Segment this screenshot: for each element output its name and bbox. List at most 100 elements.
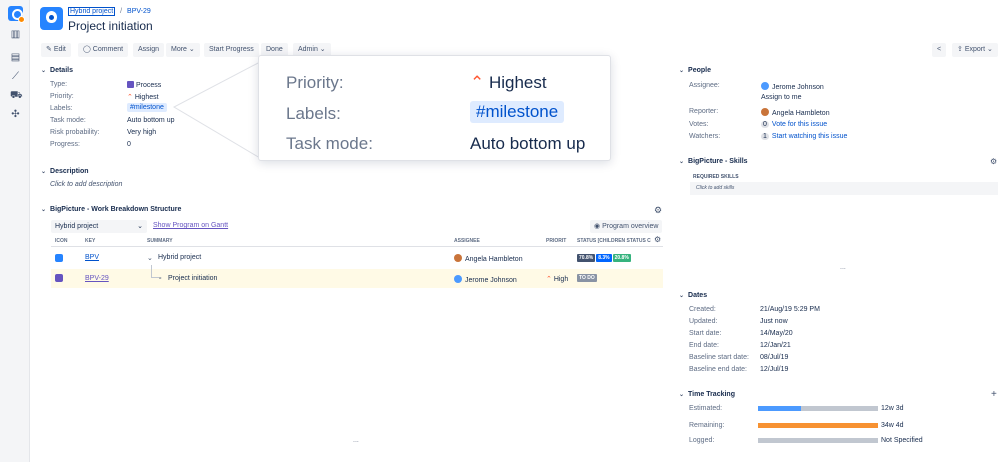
people-heading-text: People xyxy=(688,67,711,74)
edit-button[interactable]: ✎ Edit xyxy=(41,43,71,57)
votes-label: Votes: xyxy=(689,121,709,128)
start-progress-button[interactable]: Start Progress xyxy=(204,43,259,57)
start-date-value[interactable]: 14/May/20 xyxy=(760,330,793,337)
share-button[interactable]: < xyxy=(932,43,947,57)
logged-bar xyxy=(758,438,878,443)
assignee-value[interactable]: Jerome Johnson xyxy=(761,82,824,91)
more-button[interactable]: More ⌄ xyxy=(166,43,200,57)
col-assignee[interactable]: ASSIGNEE xyxy=(454,238,480,244)
comment-label: Comment xyxy=(92,46,124,53)
chevron-down-icon: ⌄ xyxy=(679,392,685,398)
zoom-callout: Priority: ⌃ Highest Labels: #milestone T… xyxy=(258,55,611,161)
edit-label: Edit xyxy=(53,46,66,53)
assign-button[interactable]: Assign xyxy=(133,43,165,57)
risk-value[interactable]: Very high xyxy=(127,129,156,136)
remaining-bar xyxy=(758,423,878,428)
columns-gear-icon[interactable]: ⚙ xyxy=(654,235,661,244)
reports-icon[interactable]: ⟋ xyxy=(10,72,21,82)
zoom-task-mode-value: Auto bottom up xyxy=(470,134,586,153)
skills-settings-icon[interactable]: ⚙ xyxy=(990,157,997,166)
chevron-down-icon: ⌄ xyxy=(137,223,143,230)
baseline-end-value: 12/Jul/19 xyxy=(760,366,789,373)
skills-more-dots[interactable]: ... xyxy=(840,264,846,271)
chevron-down-icon: ⌄ xyxy=(985,46,993,53)
col-summary[interactable]: SUMMARY xyxy=(147,238,173,244)
add-ons-icon[interactable]: ✣ xyxy=(10,110,21,120)
status-done-pill: 20.8% xyxy=(612,254,631,262)
table-row[interactable]: BPV-29 ∘ Project initiation Jerome Johns… xyxy=(51,265,663,288)
col-priority[interactable]: PRIORIT xyxy=(546,238,566,244)
row-assignee: Jerome Johnson xyxy=(454,275,517,284)
description-heading[interactable]: ⌄ Description xyxy=(41,168,89,175)
row-summary[interactable]: Project initiation xyxy=(168,275,217,282)
row-priority: ⌃ High xyxy=(546,275,568,283)
row-summary[interactable]: Hybrid project xyxy=(158,254,201,261)
settings-gear-icon[interactable]: ⚙ xyxy=(654,205,662,216)
eye-icon: ◉ xyxy=(594,223,603,230)
program-select-value: Hybrid project xyxy=(55,223,99,230)
priority-value[interactable]: ⌃ Highest xyxy=(127,93,159,101)
chevron-down-icon: ⌄ xyxy=(679,68,685,74)
board-icon[interactable]: ▥ xyxy=(10,30,21,40)
label-tag[interactable]: #milestone xyxy=(127,103,167,112)
notification-badge xyxy=(18,16,25,23)
details-heading[interactable]: ⌄ Details xyxy=(41,67,73,74)
assign-to-me-link[interactable]: Assign to me xyxy=(761,94,801,101)
chevron-down-icon[interactable]: ⌄ xyxy=(147,254,153,262)
dates-heading[interactable]: ⌄ Dates xyxy=(679,292,707,299)
pencil-icon: ✎ xyxy=(46,46,54,53)
priority-highest-icon: ⌃ xyxy=(127,94,135,101)
people-heading[interactable]: ⌄ People xyxy=(679,67,711,74)
more-dots[interactable]: ... xyxy=(353,437,359,444)
reporter-value[interactable]: Angela Hambleton xyxy=(761,108,830,117)
export-button[interactable]: ⇪ Export ⌄ xyxy=(952,43,998,57)
updated-value: Just now xyxy=(760,318,788,325)
program-select[interactable]: Hybrid project ⌄ xyxy=(51,220,147,233)
task-mode-value[interactable]: Auto bottom up xyxy=(127,117,174,124)
avatar xyxy=(761,108,769,116)
show-on-gantt-link[interactable]: Show Program on Gantt xyxy=(153,222,228,229)
export-label: Export xyxy=(964,46,986,53)
vote-link[interactable]: Vote for this issue xyxy=(772,121,827,128)
add-time-button[interactable]: + xyxy=(991,389,997,400)
description-heading-text: Description xyxy=(50,168,89,175)
more-label: More xyxy=(171,46,187,53)
required-skills-label: REQUIRED SKILLS xyxy=(693,174,739,180)
add-skills-field[interactable]: Click to add skills xyxy=(690,182,998,195)
row-key[interactable]: BPV-29 xyxy=(85,275,109,282)
chevron-down-icon: ⌄ xyxy=(679,293,685,299)
status-bar: 70.8% 8.3% 20.8% xyxy=(577,254,632,262)
watch-link[interactable]: Start watching this issue xyxy=(772,133,847,140)
description-placeholder[interactable]: Click to add description xyxy=(50,181,122,188)
releases-icon[interactable]: ⛟ xyxy=(10,91,23,101)
col-status[interactable]: STATUS [CHILDREN STATUS C xyxy=(577,238,651,244)
comment-button[interactable]: ◯ Comment xyxy=(78,43,129,57)
estimated-value: 12w 3d xyxy=(881,405,904,412)
baseline-end-label: Baseline end date: xyxy=(689,366,747,373)
wbs-heading[interactable]: ⌄ BigPicture - Work Breakdown Structure xyxy=(41,206,181,213)
page-title[interactable]: Project initiation xyxy=(68,19,153,33)
backlog-icon[interactable]: ▤ xyxy=(10,53,21,63)
program-overview-button[interactable]: ◉ Program overview xyxy=(590,220,663,233)
status-inprogress-pill: 8.3% xyxy=(596,254,612,262)
priority-high-icon: ⌃ xyxy=(546,276,554,283)
time-tracking-heading[interactable]: ⌄ Time Tracking xyxy=(679,391,735,398)
breadcrumb-issue[interactable]: BPV-29 xyxy=(127,8,151,15)
table-row[interactable]: BPV ⌄ Hybrid project Angela Hambleton 70… xyxy=(51,251,663,266)
row-priority-text: High xyxy=(553,276,569,283)
watchers-label: Watchers: xyxy=(689,133,721,140)
skills-heading[interactable]: ⌄ BigPicture - Skills xyxy=(679,158,748,165)
priority-label: Priority: xyxy=(50,93,74,100)
col-icon[interactable]: ICON xyxy=(55,238,68,244)
breadcrumb-project[interactable]: Hybrid project xyxy=(68,7,116,16)
row-assignee: Angela Hambleton xyxy=(454,254,523,263)
end-date-value[interactable]: 12/Jan/21 xyxy=(760,342,791,349)
project-avatar-icon[interactable] xyxy=(40,7,63,30)
col-key[interactable]: KEY xyxy=(85,238,95,244)
baseline-start-label: Baseline start date: xyxy=(689,354,749,361)
tree-node-icon: ∘ xyxy=(158,275,163,282)
breadcrumb: Hybrid project / BPV-29 xyxy=(68,7,151,16)
avatar xyxy=(454,254,462,262)
status-bar: TO DO xyxy=(577,274,598,282)
row-key[interactable]: BPV xyxy=(85,254,99,261)
